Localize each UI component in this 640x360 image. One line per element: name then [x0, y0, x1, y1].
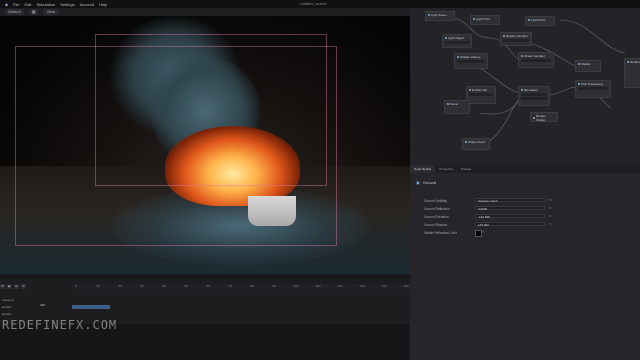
grid-toggle-icon[interactable]: ▦	[28, 9, 39, 15]
menu-account[interactable]: Account	[80, 2, 94, 7]
graph-node[interactable]: Ocean Sampler	[518, 52, 554, 68]
timeline-tick-label: 90	[272, 284, 276, 288]
timeline-track-bar[interactable]	[72, 305, 110, 309]
graph-node[interactable]: Solver	[444, 100, 470, 114]
camera-preset-button[interactable]: Default	[5, 9, 24, 15]
graph-node[interactable]: Light Point	[470, 15, 500, 25]
property-label: Visible Reflection Color	[424, 231, 457, 235]
skip-start-icon[interactable]: ⏮	[0, 283, 5, 289]
properties-title: Ground	[422, 179, 437, 185]
simulation-bounds-front	[15, 46, 337, 246]
timeline-tick-label: 20	[118, 284, 122, 288]
reflection-color-swatch[interactable]	[475, 230, 482, 237]
properties-tabs: Node Details Properties Presets	[410, 165, 640, 173]
timeline-tick-label: 110	[315, 284, 321, 288]
ground-elevation-field[interactable]: -132.568	[475, 214, 545, 219]
graph-node[interactable]: Emitter Obj	[466, 86, 496, 104]
property-actions-icon[interactable]: ▾ ⟲	[547, 198, 552, 202]
timeline-tick-label: 150	[403, 284, 409, 288]
timeline-tick-label: 30	[140, 284, 144, 288]
tab-presets[interactable]: Presets	[457, 167, 475, 171]
loop-icon[interactable]: ↻	[21, 283, 26, 289]
ground-visibility-select[interactable]: Shadow Catch	[475, 198, 545, 203]
graph-node[interactable]: Light Scene	[425, 11, 455, 21]
frame-field[interactable]: 240	[40, 303, 45, 307]
property-label: Ground Visibility	[424, 199, 447, 203]
viewport-toolbar: Default ▦ View	[0, 8, 410, 16]
property-label: Ground Elevation	[424, 215, 449, 219]
menu-file[interactable]: File	[13, 2, 19, 7]
graph-node[interactable]: Post Processing	[575, 80, 611, 98]
timeline-tick-label: 130	[359, 284, 365, 288]
tab-properties[interactable]: Properties	[435, 167, 457, 171]
playback-controls: ⏮ ▶ ⏭ ↻	[0, 283, 70, 289]
skip-end-icon[interactable]: ⏭	[14, 283, 19, 289]
graph-node[interactable]: Render Sampler	[500, 32, 532, 46]
property-actions-icon[interactable]: ⟲	[482, 230, 485, 234]
property-label: Ground Shadow	[424, 223, 448, 227]
timeline-tick-label: 70	[228, 284, 232, 288]
app-logo-icon[interactable]: ◆	[5, 2, 8, 7]
property-actions-icon[interactable]: ◦ ⟲	[547, 206, 551, 210]
timeline-ruler[interactable]: 0 10 20 30 40 50 60 70 80 90 100 110 120 130 140 150	[72, 284, 410, 289]
watermark: REDEFINEFX.COM	[2, 318, 118, 332]
timeline-tick-label: 0	[75, 284, 77, 288]
timeline-tick-label: 100	[293, 284, 299, 288]
tab-node-details[interactable]: Node Details	[410, 165, 436, 173]
node-graph[interactable]: Light Scene Light Point Light Point Rend…	[410, 8, 640, 165]
properties-panel	[410, 165, 640, 360]
ground-shadow-field[interactable]: 125.000	[475, 222, 545, 227]
timeline-tick-label: 60	[206, 284, 210, 288]
timeline-tick-label: 140	[381, 284, 387, 288]
play-icon[interactable]: ▶	[7, 283, 12, 289]
timeline-row-label: Render	[2, 312, 12, 316]
menu-help[interactable]: Help	[99, 2, 107, 7]
timeline-tick-label: 80	[250, 284, 254, 288]
property-actions-icon[interactable]: ◦ ⟲	[547, 222, 551, 226]
graph-node[interactable]: Light Point	[525, 16, 555, 26]
menu-simulation[interactable]: Simulation	[36, 2, 55, 7]
graph-node[interactable]: Render Output	[530, 112, 558, 122]
graph-node[interactable]: Shader Volume	[454, 53, 488, 69]
graph-node[interactable]: Shader	[575, 60, 601, 72]
property-actions-icon[interactable]: ◦ ⟲	[547, 214, 551, 218]
menu-settings[interactable]: Settings	[60, 2, 74, 7]
timeline-row-label: Emitter	[2, 305, 12, 309]
window-title: Untitled_scene	[300, 1, 327, 6]
graph-node[interactable]: Shape Voxel	[462, 138, 490, 150]
timeline-header	[0, 274, 410, 279]
menu-edit[interactable]: Edit	[25, 2, 32, 7]
timeline-row-label: Viewport	[2, 298, 14, 302]
timeline-tick-label: 120	[337, 284, 343, 288]
render-viewport[interactable]	[0, 16, 410, 274]
ground-node-icon: ▣	[416, 179, 420, 185]
graph-node[interactable]: Light Object	[442, 34, 472, 48]
menu-bar: ◆ File Edit Simulation Settings Account …	[0, 0, 640, 8]
properties-header: ▣ Ground	[410, 177, 640, 187]
ground-reflection-field[interactable]: 0.0000	[475, 206, 545, 211]
timeline-tick-label: 10	[96, 284, 100, 288]
graph-node[interactable]: Render	[624, 58, 640, 88]
view-button[interactable]: View	[43, 9, 59, 15]
timeline-tick-label: 40	[162, 284, 166, 288]
property-label: Ground Reflection	[424, 207, 450, 211]
graph-node[interactable]: Simulation	[518, 86, 550, 106]
timeline-tick-label: 50	[184, 284, 188, 288]
